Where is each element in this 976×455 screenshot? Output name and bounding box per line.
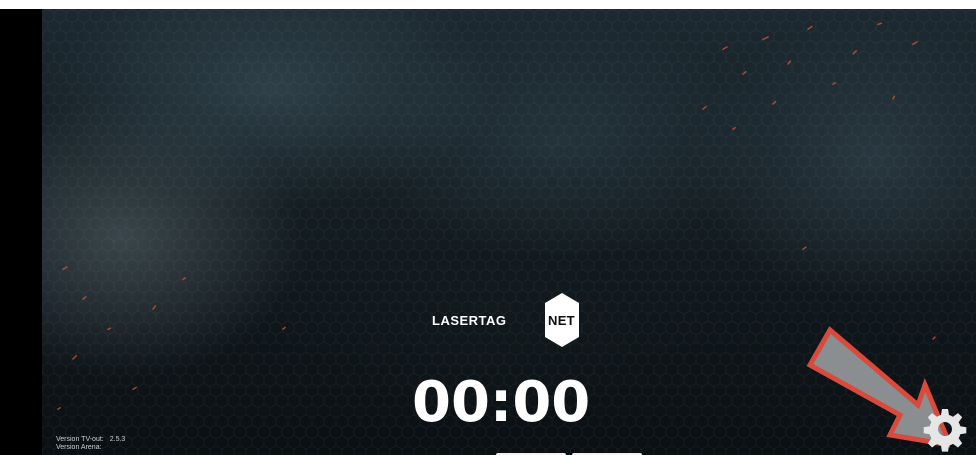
logo-text-lasertag: LASERTAG — [432, 313, 507, 328]
screen-left-border — [0, 9, 42, 455]
version-arena-label: Version Arena: — [56, 444, 102, 451]
gear-icon — [923, 409, 967, 452]
version-tvout-row: Version TV-out: 2.5.3 — [56, 436, 125, 444]
lasertag-net-logo: LASERTAG NET — [432, 291, 602, 349]
settings-button[interactable] — [922, 406, 968, 452]
version-tvout-label: Version TV-out: — [56, 436, 104, 443]
version-tvout-value: 2.5.3 — [109, 436, 126, 443]
version-info: Version TV-out: 2.5.3 Version Arena: — [56, 436, 125, 452]
version-arena-row: Version Arena: — [56, 444, 125, 452]
logo-text-net: NET — [548, 313, 575, 328]
match-timer: 00:00 — [412, 370, 591, 435]
